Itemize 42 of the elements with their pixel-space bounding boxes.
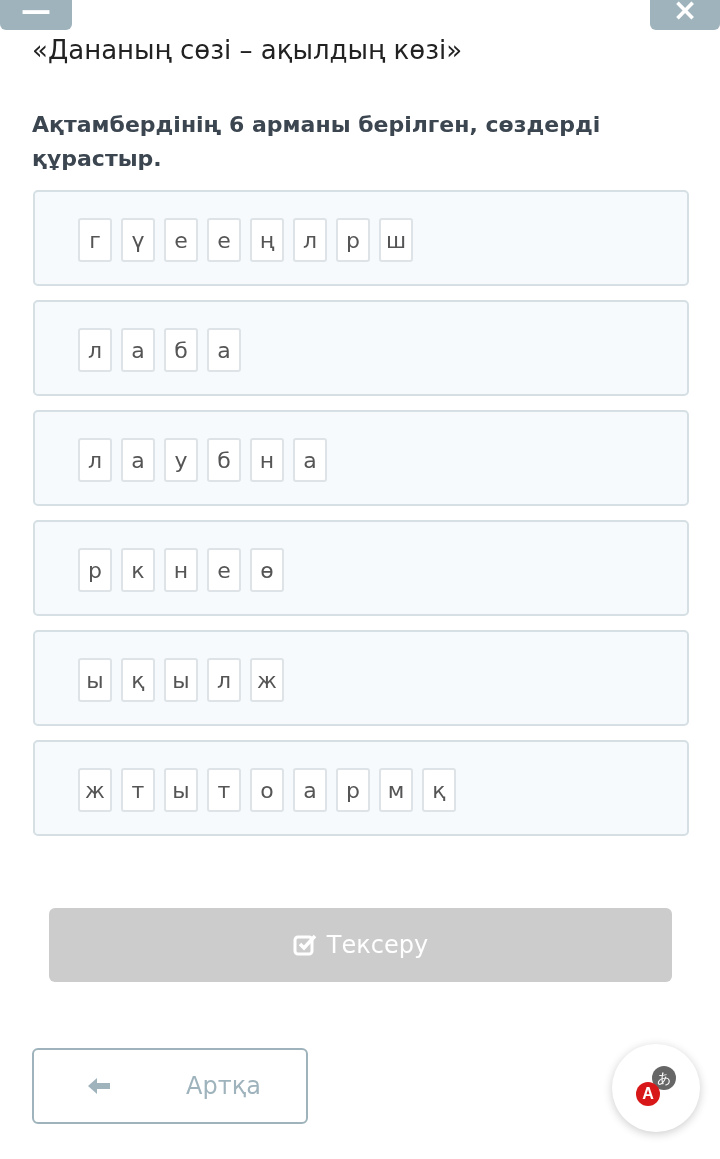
letter-tile[interactable]: л	[78, 438, 112, 482]
letter-tile[interactable]: ы	[164, 768, 198, 812]
letter-tile[interactable]: а	[293, 768, 327, 812]
letter-tile[interactable]: г	[78, 218, 112, 262]
letter-tile[interactable]: т	[121, 768, 155, 812]
letter-tile[interactable]: ө	[250, 548, 284, 592]
letter-tile[interactable]: а	[293, 438, 327, 482]
letter-tile[interactable]: е	[164, 218, 198, 262]
letter-tile[interactable]: о	[250, 768, 284, 812]
letter-tile[interactable]: л	[207, 658, 241, 702]
letter-tile[interactable]: м	[379, 768, 413, 812]
letter-tile[interactable]: к	[121, 548, 155, 592]
letter-tile[interactable]: р	[78, 548, 112, 592]
page-title: «Дананың сөзі – ақылдың көзі»	[32, 34, 464, 66]
letter-tile[interactable]: т	[207, 768, 241, 812]
translate-button[interactable]: あ A	[612, 1044, 700, 1132]
letter-tile[interactable]: ң	[250, 218, 284, 262]
letter-tile[interactable]: р	[336, 768, 370, 812]
letter-tile[interactable]: ж	[250, 658, 284, 702]
letter-tile[interactable]: қ	[422, 768, 456, 812]
letter-tile[interactable]: н	[164, 548, 198, 592]
letter-tile[interactable]: н	[250, 438, 284, 482]
instruction-text: Ақтамбердінің 6 арманы берілген, сөздерді құрастыр.	[32, 111, 602, 173]
letter-tile[interactable]: а	[121, 328, 155, 372]
letter-tile[interactable]: ы	[164, 658, 198, 702]
letter-tile[interactable]: қ	[121, 658, 155, 702]
letter-tile[interactable]: ү	[121, 218, 155, 262]
letter-tile[interactable]: е	[207, 548, 241, 592]
checkbox-icon	[292, 933, 317, 957]
letter-tile[interactable]: ж	[78, 768, 112, 812]
left-arrow-icon	[86, 1076, 112, 1096]
letter-tile[interactable]: ш	[379, 218, 413, 262]
letter-tile[interactable]: л	[293, 218, 327, 262]
letter-tile[interactable]: е	[207, 218, 241, 262]
letter-tile[interactable]: а	[207, 328, 241, 372]
letter-tile[interactable]: б	[164, 328, 198, 372]
letter-tile[interactable]: р	[336, 218, 370, 262]
letter-tile[interactable]: ы	[78, 658, 112, 702]
letter-tile[interactable]: у	[164, 438, 198, 482]
letter-tile[interactable]: л	[78, 328, 112, 372]
letter-tile[interactable]: б	[207, 438, 241, 482]
letter-tile[interactable]: а	[121, 438, 155, 482]
